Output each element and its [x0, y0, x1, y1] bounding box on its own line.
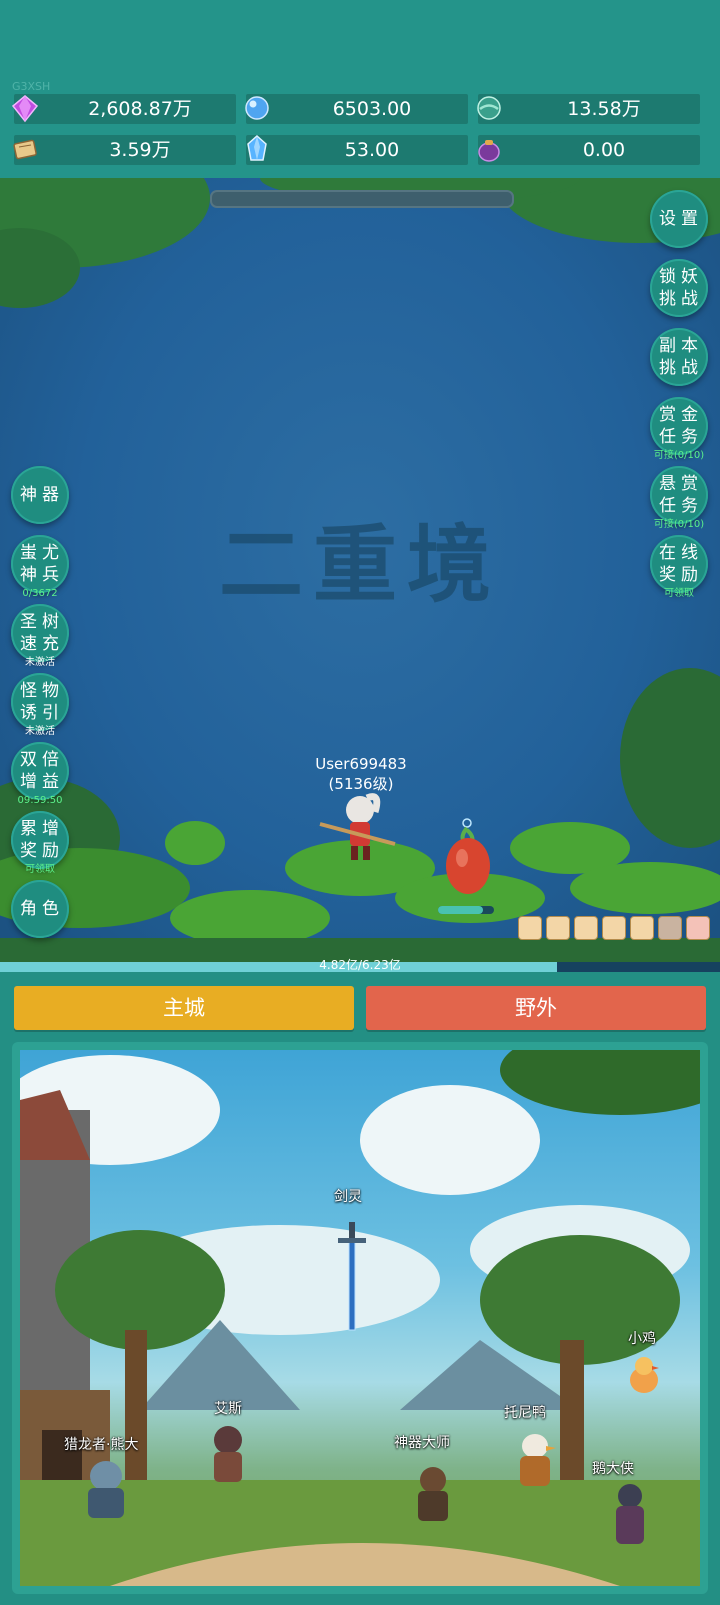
button-status: 可接(0/10)	[653, 450, 705, 461]
resource-purple-pouch: 0.00	[478, 135, 700, 165]
goose-hero-npc[interactable]	[608, 1480, 652, 1550]
sword-spirit-npc[interactable]	[332, 1220, 372, 1340]
radish-monster[interactable]	[442, 818, 502, 898]
settings-button[interactable]: 设置	[650, 190, 708, 248]
scroll-icon	[13, 139, 37, 160]
resource-purple-diamond: 2,608.87万	[11, 94, 236, 124]
button-status: 未激活	[25, 657, 55, 668]
resource-value: 13.58万	[567, 98, 641, 120]
button-status: 可领取	[664, 588, 694, 599]
player-hp-text: 4.82亿/6.23亿	[319, 958, 401, 972]
stage-title: 二重境	[218, 515, 501, 614]
resource-blue-crystal: 53.00	[246, 134, 468, 165]
npc-name-artifact-master: 神器大师	[394, 1435, 450, 1451]
tab-main-city[interactable]: 主城	[14, 986, 354, 1030]
purple-diamond-icon	[11, 95, 39, 123]
skill-slot-icon[interactable]	[658, 916, 682, 940]
stage-progress-bar	[210, 190, 514, 208]
button-status: 未激活	[25, 726, 55, 737]
artifact-master-npc[interactable]	[408, 1460, 458, 1530]
resource-value: 2,608.87万	[88, 98, 192, 120]
npc-name-tony-duck: 托尼鸭	[504, 1405, 546, 1421]
resource-value: 0.00	[582, 139, 626, 161]
cumulative-reward-button[interactable]: 累增奖励 可领取	[11, 811, 69, 875]
npc-name-sword-spirit: 剑灵	[334, 1189, 362, 1205]
character-button[interactable]: 角色	[11, 880, 69, 938]
npc-name-ace: 艾斯	[214, 1401, 242, 1417]
resource-value: 6503.00	[332, 98, 412, 120]
skill-slot-icon[interactable]	[630, 916, 654, 940]
npc-name-chick: 小鸡	[628, 1331, 656, 1347]
player-character[interactable]	[315, 788, 405, 868]
battle-scene: 二重境 User699483 (5136级) 神器 蚩尤神兵 0/3672 圣树…	[0, 178, 720, 972]
resource-blue-orb: 6503.00	[245, 94, 468, 124]
chiyou-weapon-button[interactable]: 蚩尤神兵 0/3672	[11, 535, 69, 599]
button-timer: 09:59:50	[17, 795, 63, 806]
monster-lure-button[interactable]: 怪物诱引 未激活	[11, 673, 69, 737]
blue-crystal-icon	[247, 134, 267, 161]
skill-slot-icon[interactable]	[518, 916, 542, 940]
bounty-quest-button[interactable]: 赏金任务 可接(0/10)	[650, 397, 708, 461]
button-status: 可领取	[25, 864, 55, 875]
town-scene: 剑灵 小鸡 艾斯 托尼鸭 猎龙者·熊大 神器大师 鹅大侠	[20, 1050, 700, 1586]
blue-orb-icon	[245, 96, 269, 120]
dungeon-challenge-button[interactable]: 副本挑战	[650, 328, 708, 386]
reward-quest-button[interactable]: 悬赏任务 可接(0/10)	[650, 466, 708, 530]
skill-slot-icon[interactable]	[686, 916, 710, 940]
dragon-hunter-bear-npc[interactable]	[76, 1454, 136, 1524]
button-status: 可接(0/10)	[653, 519, 705, 530]
resource-value: 3.59万	[109, 139, 171, 161]
button-status: 0/3672	[22, 588, 58, 599]
tab-wilderness[interactable]: 野外	[366, 986, 706, 1030]
town-scene-frame: 剑灵 小鸡 艾斯 托尼鸭 猎龙者·熊大 神器大师 鹅大侠	[12, 1042, 708, 1594]
npc-name-dragon-hunter: 猎龙者·熊大	[64, 1437, 139, 1453]
resource-panel: G3XSH 2,608.87万 6503.00 13.58万 3.59万 53.…	[0, 0, 720, 178]
ace-npc[interactable]	[203, 1420, 253, 1490]
online-reward-button[interactable]: 在线奖励 可领取	[650, 535, 708, 599]
double-boost-button[interactable]: 双倍增益 09:59:50	[11, 742, 69, 806]
skill-slot-icon[interactable]	[602, 916, 626, 940]
skill-slot-icon[interactable]	[574, 916, 598, 940]
purple-pouch-icon	[478, 140, 500, 162]
skill-slot-icon[interactable]	[546, 916, 570, 940]
teal-orb-icon	[477, 96, 501, 120]
npc-name-goose-hero: 鹅大侠	[592, 1461, 634, 1477]
resource-scroll: 3.59万	[13, 135, 236, 165]
artifact-button[interactable]: 神器	[11, 466, 69, 524]
resource-value: 53.00	[344, 139, 400, 161]
demon-lock-challenge-button[interactable]: 锁妖挑战	[650, 259, 708, 317]
holy-tree-button[interactable]: 圣树速充 未激活	[11, 604, 69, 668]
resource-teal-orb: 13.58万	[477, 94, 700, 124]
player-name: User699483	[315, 755, 407, 773]
tony-duck-npc[interactable]	[510, 1428, 560, 1498]
chick-npc[interactable]	[624, 1352, 664, 1397]
monster-hp-bar	[438, 906, 494, 914]
